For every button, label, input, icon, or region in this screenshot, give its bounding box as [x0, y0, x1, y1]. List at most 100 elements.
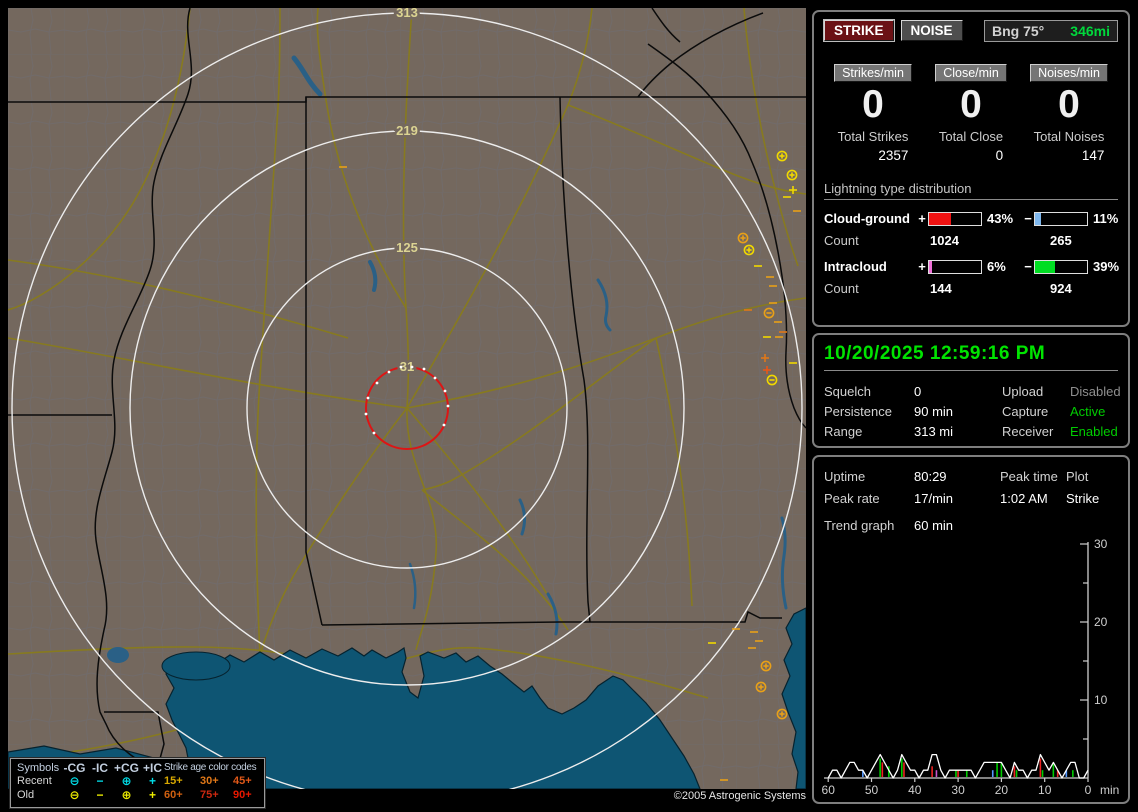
cg-negative-count: 265	[1036, 233, 1118, 248]
strikes-per-min-value: 0	[824, 85, 922, 125]
plot-label: Plot	[1066, 469, 1118, 484]
capture-label: Capture	[1002, 404, 1070, 419]
svg-text:219: 219	[396, 123, 418, 138]
distribution-title: Lightning type distribution	[824, 181, 1118, 200]
range-label: Range	[824, 424, 914, 439]
age-code-60: 60+	[164, 789, 200, 801]
cg-neg-old-icon: ⊖	[61, 790, 88, 800]
intracloud-row: Intracloud + 6% − 39%	[824, 259, 1118, 274]
plus-sign: +	[916, 211, 928, 226]
cg-positive-pct: 43%	[982, 211, 1022, 226]
peak-rate-value: 17/min	[914, 491, 1000, 506]
ic-negative-count: 924	[1036, 281, 1118, 296]
svg-text:313: 313	[396, 8, 418, 20]
svg-text:30: 30	[1094, 537, 1108, 551]
svg-text:20: 20	[995, 783, 1009, 797]
ic-positive-pct: 6%	[982, 259, 1022, 274]
svg-text:10: 10	[1038, 783, 1052, 797]
intracloud-count-row: Count 144 924	[824, 281, 1118, 296]
session-panel: Uptime 80:29 Peak time Plot Peak rate 17…	[812, 455, 1130, 804]
cg-pos-recent-icon: ⊕	[112, 776, 141, 786]
status-panel: 10/20/2025 12:59:16 PM Squelch 0 Upload …	[812, 333, 1130, 448]
strike-mode-button[interactable]: STRIKE	[824, 20, 894, 41]
squelch-value: 0	[914, 384, 1002, 399]
lightning-map[interactable]: 31321912531 Symbols -CG -IC +CG +IC Stri…	[8, 8, 806, 789]
noises-counter-column: Noises/min 0 Total Noises 147	[1020, 64, 1118, 165]
strikes-counter-column: Strikes/min 0 Total Strikes 2357	[824, 64, 922, 165]
cloud-ground-count-row: Count 1024 265	[824, 233, 1118, 248]
legend-col-ic-neg: -IC	[88, 763, 112, 773]
intracloud-label: Intracloud	[824, 259, 916, 274]
ic-neg-recent-icon: −	[88, 776, 112, 786]
bearing-label: Bng 75°	[992, 23, 1044, 39]
total-strikes-label: Total Strikes	[838, 129, 909, 144]
trend-graph: 10 20 30 60 50 40 30 20 10 0 min	[818, 537, 1128, 797]
age-code-75: 75+	[200, 789, 233, 801]
close-per-min-value: 0	[922, 85, 1020, 125]
peak-time-value: 1:02 AM	[1000, 491, 1066, 506]
svg-text:0: 0	[1085, 783, 1092, 797]
ic-positive-count: 144	[916, 281, 1036, 296]
legend-row-old-label: Old	[17, 789, 61, 801]
receiver-label: Receiver	[1002, 424, 1070, 439]
total-strikes-value: 2357	[838, 148, 909, 163]
noise-mode-button[interactable]: NOISE	[901, 20, 963, 41]
plus-sign: +	[916, 259, 928, 274]
legend-symbols-header: Symbols	[17, 762, 61, 774]
ic-negative-bar	[1034, 260, 1088, 274]
trend-window-value: 60 min	[914, 518, 1118, 533]
map-legend: Symbols -CG -IC +CG +IC Strike age color…	[10, 758, 265, 808]
peak-time-label: Peak time	[1000, 469, 1066, 484]
total-close-label: Total Close	[939, 129, 1003, 144]
svg-text:40: 40	[908, 783, 922, 797]
svg-text:20: 20	[1094, 615, 1108, 629]
trend-graph-label: Trend graph	[824, 518, 914, 533]
uptime-label: Uptime	[824, 469, 914, 484]
close-counter-column: Close/min 0 Total Close 0	[922, 64, 1020, 165]
total-noises-value: 147	[1034, 148, 1105, 163]
range-value: 313 mi	[914, 424, 1002, 439]
datetime-display: 10/20/2025 12:59:16 PM	[824, 343, 1118, 371]
persistence-value: 90 min	[914, 404, 1002, 419]
age-code-45: 45+	[233, 775, 260, 787]
svg-text:10: 10	[1094, 693, 1108, 707]
minus-sign: −	[1022, 259, 1034, 274]
svg-text:50: 50	[865, 783, 879, 797]
legend-row-recent-label: Recent	[17, 775, 61, 787]
uptime-value: 80:29	[914, 469, 1000, 484]
svg-text:60: 60	[822, 783, 836, 797]
ic-positive-bar	[928, 260, 982, 274]
sidebar: STRIKE NOISE Bng 75° 346mi Strikes/min 0…	[812, 10, 1130, 804]
persistence-label: Persistence	[824, 404, 914, 419]
cg-negative-bar	[1034, 212, 1088, 226]
total-noises-label: Total Noises	[1034, 129, 1105, 144]
count-label: Count	[824, 281, 916, 296]
peak-rate-label: Peak rate	[824, 491, 914, 506]
legend-col-ic-pos: +IC	[141, 763, 164, 773]
noises-per-min-label: Noises/min	[1030, 64, 1108, 82]
cg-positive-bar	[928, 212, 982, 226]
cg-positive-count: 1024	[916, 233, 1036, 248]
total-close-value: 0	[939, 148, 1003, 163]
squelch-label: Squelch	[824, 384, 914, 399]
upload-status: Disabled	[1070, 384, 1121, 399]
cg-neg-recent-icon: ⊖	[61, 776, 88, 786]
svg-text:125: 125	[396, 240, 418, 255]
legend-age-header: Strike age color codes	[164, 762, 260, 773]
legend-col-cg-pos: +CG	[112, 763, 141, 773]
svg-text:30: 30	[951, 783, 965, 797]
ic-neg-old-icon: −	[88, 790, 112, 800]
ic-pos-old-icon: +	[141, 790, 164, 800]
age-code-90: 90+	[233, 789, 260, 801]
lightning-type-distribution: Lightning type distribution Cloud-ground…	[824, 181, 1118, 296]
bearing-readout: Bng 75° 346mi	[984, 20, 1118, 42]
age-code-15: 15+	[164, 775, 200, 787]
cloud-ground-label: Cloud-ground	[824, 211, 916, 226]
ic-negative-pct: 39%	[1088, 259, 1122, 274]
capture-status: Active	[1070, 404, 1121, 419]
svg-text:min: min	[1100, 783, 1119, 797]
bearing-distance: 346mi	[1070, 23, 1110, 39]
map-canvas[interactable]: 31321912531	[8, 8, 806, 789]
noises-per-min-value: 0	[1020, 85, 1118, 125]
legend-col-cg-neg: -CG	[61, 763, 88, 773]
